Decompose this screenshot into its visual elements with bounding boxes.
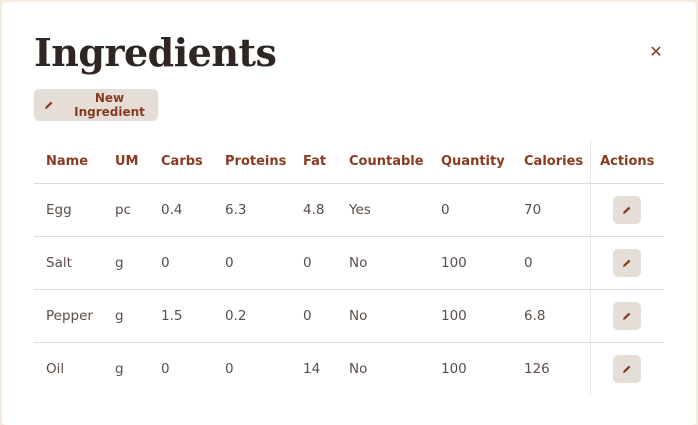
cell-countable: No	[349, 360, 368, 377]
table-row: Salt g 0 0 0 No 100 0	[34, 236, 664, 290]
cell-actions	[589, 236, 664, 290]
table-header-row: Name UM Carbs Proteins Fat Countable Qua…	[34, 140, 664, 184]
cell-proteins: 0.2	[213, 289, 291, 343]
page-title: Ingredients	[34, 30, 277, 75]
cell-quantity: 0	[429, 183, 512, 237]
cell-calories: 0	[512, 236, 590, 290]
cell-countable: Yes	[337, 183, 429, 237]
cell-um: g	[103, 289, 149, 343]
cell-proteins: 0	[213, 236, 291, 290]
edit-button[interactable]	[613, 248, 642, 277]
column-header-um: UM	[103, 140, 149, 184]
cell-name: Pepper	[34, 289, 103, 343]
cell-carbs: 0	[161, 360, 170, 377]
pencil-icon	[622, 364, 632, 374]
cell-fat: 0	[291, 236, 337, 290]
cell-proteins: 6.3	[213, 183, 291, 237]
column-header-proteins: Proteins	[213, 140, 291, 184]
pencil-icon	[622, 311, 632, 321]
column-header-countable: Countable	[337, 140, 429, 184]
cell-quantity: 100	[429, 236, 512, 290]
cell-name: Salt	[34, 236, 103, 290]
cell-actions	[589, 342, 664, 395]
cell-calories: 70	[512, 183, 590, 237]
cell-calories: 126	[524, 360, 550, 377]
cell-fat: 4.8	[291, 183, 337, 237]
edit-button[interactable]	[613, 195, 642, 224]
table-row: Oil g 0 0 14 No 100 126	[34, 342, 664, 395]
cell-countable: No	[337, 289, 429, 343]
cell-um: pc	[103, 183, 149, 237]
cell-carbs: 1.5	[149, 289, 213, 343]
cell-name: Oil	[46, 360, 65, 377]
new-ingredient-label: New Ingredient	[74, 91, 145, 119]
cell-fat: 14	[303, 360, 321, 377]
table-row: Egg pc 0.4 6.3 4.8 Yes 0 70	[34, 183, 664, 237]
table-row: Pepper g 1.5 0.2 0 No 100 6.8	[34, 289, 664, 343]
edit-button[interactable]	[613, 354, 642, 383]
close-icon: ✕	[649, 42, 663, 61]
new-ingredient-button[interactable]: New Ingredient	[34, 89, 158, 121]
pencil-icon	[622, 258, 632, 268]
column-header-actions: Actions	[589, 140, 664, 184]
cell-name: Egg	[34, 183, 103, 237]
cell-carbs: 0	[149, 236, 213, 290]
ingredients-table: Name UM Carbs Proteins Fat Countable Qua…	[34, 140, 664, 395]
cell-quantity: 100	[429, 289, 512, 343]
cell-calories: 6.8	[512, 289, 590, 343]
pencil-icon	[44, 100, 54, 110]
cell-carbs: 0.4	[149, 183, 213, 237]
close-button[interactable]: ✕	[646, 42, 666, 62]
cell-um: g	[103, 236, 149, 290]
cell-actions	[589, 183, 664, 237]
edit-button[interactable]	[613, 301, 642, 330]
column-header-quantity: Quantity	[429, 140, 512, 184]
column-header-name: Name	[34, 140, 103, 184]
cell-fat: 0	[291, 289, 337, 343]
cell-quantity: 100	[441, 360, 467, 377]
cell-countable: No	[337, 236, 429, 290]
column-header-fat: Fat	[291, 140, 337, 184]
cell-proteins: 0	[225, 360, 234, 377]
pencil-icon	[622, 205, 632, 215]
cell-actions	[589, 289, 664, 343]
ingredients-dialog: Ingredients ✕ New Ingredient Name UM Car…	[2, 2, 696, 425]
column-header-carbs: Carbs	[149, 140, 213, 184]
cell-um: g	[115, 360, 124, 377]
column-header-calories: Calories	[512, 140, 590, 184]
